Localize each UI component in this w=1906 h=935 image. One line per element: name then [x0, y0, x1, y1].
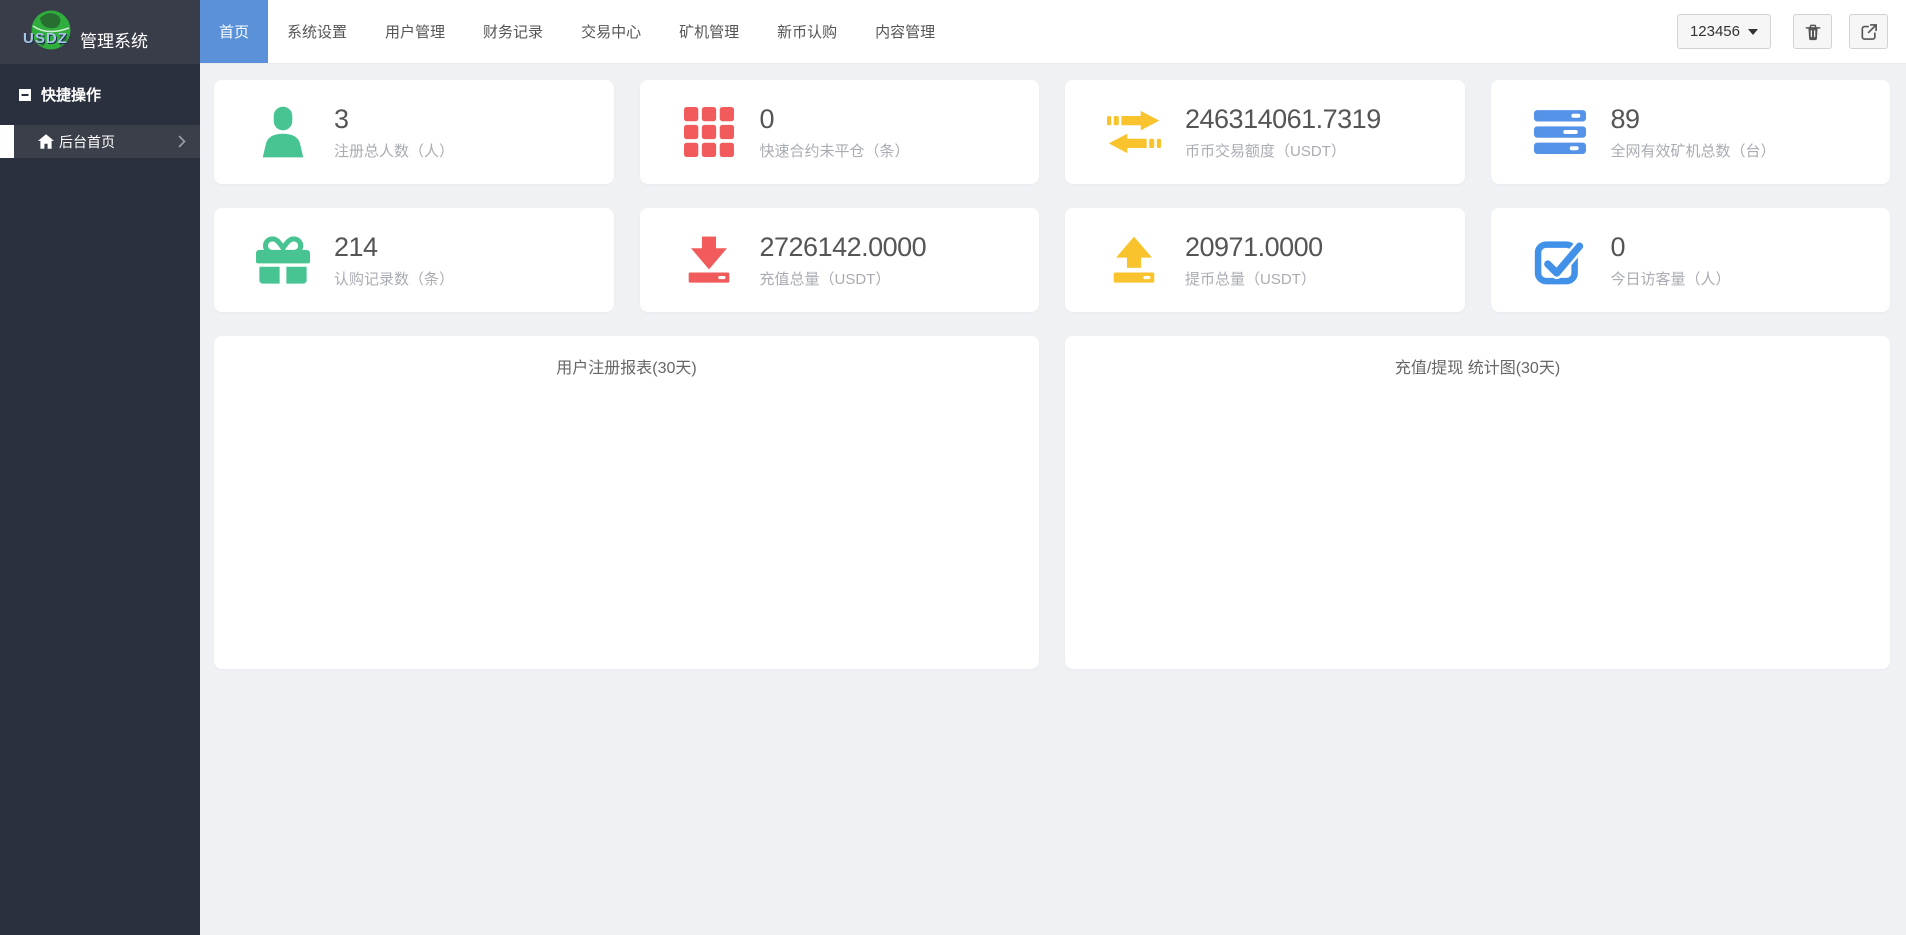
- stat-value: 214: [334, 232, 454, 263]
- nav-item-newcoin-subscribe[interactable]: 新币认购: [758, 0, 856, 63]
- stat-card-total-deposits: 2726142.0000 充值总量（USDT）: [640, 208, 1040, 312]
- trash-icon: [1803, 22, 1823, 42]
- chevron-right-icon: [178, 135, 186, 148]
- globe-logo-icon: USDZ: [26, 8, 74, 56]
- app-root: USDZ 管理系统 首页 系统设置 用户管理 财务记录 交易中心 矿机管理 新币…: [0, 0, 1906, 935]
- sidebar: 快捷操作 后台首页: [0, 64, 200, 935]
- topbar-right-controls: 123456: [1677, 0, 1906, 63]
- sidebar-item-label: 后台首页: [59, 132, 115, 152]
- nav-item-trade-center[interactable]: 交易中心: [562, 0, 660, 63]
- stat-card-subscription-records: 214 认购记录数（条）: [214, 208, 614, 312]
- stat-card-open-contracts: 0 快速合约未平仓（条）: [640, 80, 1040, 184]
- logout-icon: [1859, 22, 1879, 42]
- stat-card-registered-users: 3 注册总人数（人）: [214, 80, 614, 184]
- caret-down-icon: [1748, 29, 1758, 35]
- user-icon: [254, 104, 312, 160]
- home-icon: [38, 134, 54, 149]
- user-dropdown-button[interactable]: 123456: [1677, 14, 1771, 49]
- exchange-icon: [1105, 110, 1163, 154]
- stat-cards-row-1: 3 注册总人数（人） 0 快速合约未平仓（条）: [214, 80, 1890, 184]
- chart-title-user-register: 用户注册报表(30天): [214, 336, 1039, 378]
- top-navbar: 首页 系统设置 用户管理 财务记录 交易中心 矿机管理 新币认购 内容管理 12…: [200, 0, 1906, 64]
- stat-label: 币币交易额度（USDT）: [1185, 140, 1381, 161]
- nav-item-content-management[interactable]: 内容管理: [856, 0, 954, 63]
- stat-label: 认购记录数（条）: [334, 268, 454, 289]
- stat-value: 20971.0000: [1185, 232, 1323, 263]
- gift-icon: [254, 233, 312, 287]
- stat-card-trade-volume: 246314061.7319 币币交易额度（USDT）: [1065, 80, 1465, 184]
- app-title: 管理系统: [80, 27, 148, 52]
- stat-card-total-withdrawals: 20971.0000 提币总量（USDT）: [1065, 208, 1465, 312]
- download-icon: [680, 234, 738, 286]
- stat-card-today-visitors: 0 今日访客量（人）: [1491, 208, 1891, 312]
- stat-value: 2726142.0000: [760, 232, 927, 263]
- chart-title-deposit-withdraw: 充值/提现 统计图(30天): [1065, 336, 1890, 378]
- logo-text: USDZ: [23, 30, 68, 47]
- stat-value: 89: [1611, 104, 1776, 135]
- sidebar-section-label: 快捷操作: [41, 84, 101, 105]
- stat-value: 246314061.7319: [1185, 104, 1381, 135]
- stat-label: 今日访客量（人）: [1611, 268, 1731, 289]
- grid-icon: [680, 107, 738, 157]
- stat-label: 快速合约未平仓（条）: [760, 140, 910, 161]
- main-nav: 首页 系统设置 用户管理 财务记录 交易中心 矿机管理 新币认购 内容管理: [200, 0, 954, 63]
- sidebar-section-quick-ops[interactable]: 快捷操作: [0, 64, 200, 117]
- brand-logo: USDZ 管理系统: [0, 0, 200, 64]
- chart-panel-deposit-withdraw: 充值/提现 统计图(30天): [1065, 336, 1890, 669]
- stat-label: 全网有效矿机总数（台）: [1611, 140, 1776, 161]
- server-icon: [1531, 109, 1589, 155]
- chart-panel-user-register: 用户注册报表(30天): [214, 336, 1039, 669]
- stat-label: 充值总量（USDT）: [760, 268, 927, 289]
- nav-item-system-settings[interactable]: 系统设置: [268, 0, 366, 63]
- nav-item-user-management[interactable]: 用户管理: [366, 0, 464, 63]
- nav-item-finance-records[interactable]: 财务记录: [464, 0, 562, 63]
- stat-label: 注册总人数（人）: [334, 140, 454, 161]
- chart-panels-row: 用户注册报表(30天) 充值/提现 统计图(30天): [214, 336, 1890, 669]
- trash-button[interactable]: [1793, 14, 1832, 49]
- check-square-icon: [1531, 234, 1589, 286]
- sidebar-item-backend-home[interactable]: 后台首页: [0, 125, 200, 158]
- stat-card-active-miners: 89 全网有效矿机总数（台）: [1491, 80, 1891, 184]
- stat-value: 3: [334, 104, 454, 135]
- nav-item-home[interactable]: 首页: [200, 0, 268, 63]
- nav-item-miner-management[interactable]: 矿机管理: [660, 0, 758, 63]
- user-dropdown-label: 123456: [1690, 23, 1740, 40]
- stat-value: 0: [1611, 232, 1731, 263]
- stat-label: 提币总量（USDT）: [1185, 268, 1323, 289]
- collapse-minus-icon: [18, 88, 32, 102]
- logout-button[interactable]: [1849, 14, 1888, 49]
- main-content: 3 注册总人数（人） 0 快速合约未平仓（条）: [200, 64, 1906, 935]
- upload-icon: [1105, 234, 1163, 286]
- stat-value: 0: [760, 104, 910, 135]
- stat-cards-row-2: 214 认购记录数（条） 2726142.0000 充值总量（USDT）: [214, 208, 1890, 312]
